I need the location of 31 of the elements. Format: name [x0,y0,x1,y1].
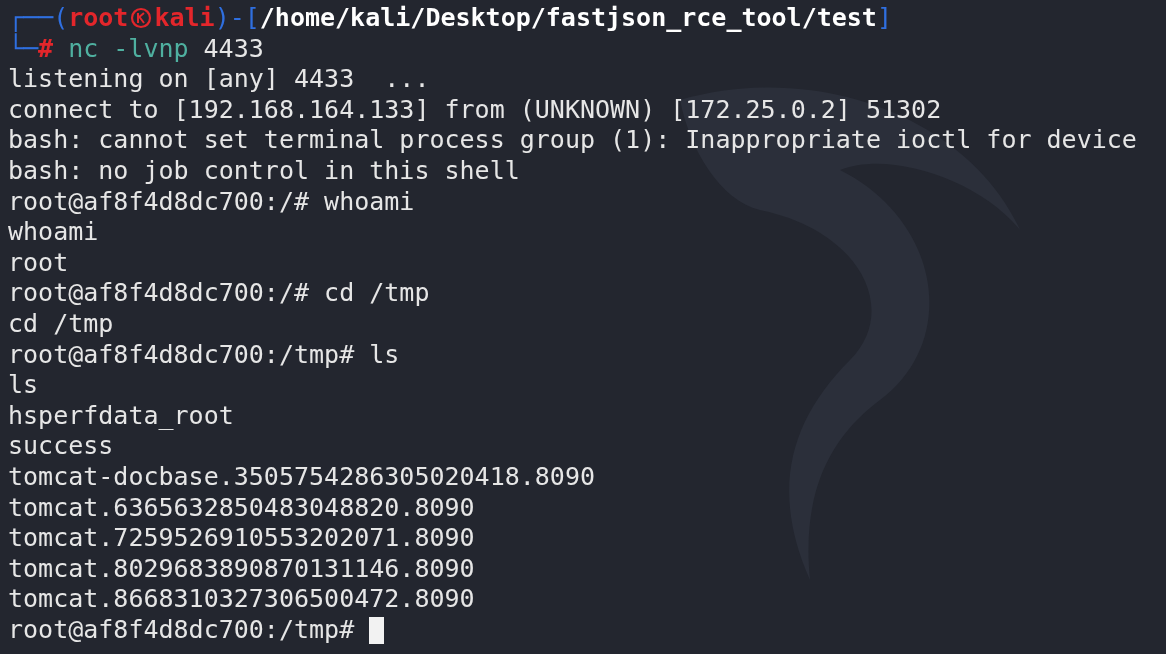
output-line: whoami [8,217,99,248]
prompt-frame: ┌──( [8,3,69,34]
prompt-path: /home/kali/Desktop/fastjson_rce_tool/test [259,3,877,34]
command-flags: -lvnp [113,33,189,65]
output-line: listening on [any] 4433 ... [8,64,430,95]
output-line: root@af8f4d8dc700:/# cd /tmp [8,278,430,309]
output-line: root@af8f4d8dc700:/tmp# ls [8,339,400,371]
output-line: hsperfdata_root [8,400,234,432]
command-argument: 4433 [203,33,264,65]
prompt-user: root [68,3,129,34]
prompt-host: kali [154,3,215,34]
output-line: tomcat.8029683890870131146.8090 [8,553,475,585]
text-cursor [369,616,385,644]
prompt-frame: ] [876,3,892,34]
prompt-frame: )-[ [214,3,260,34]
prompt-frame: └─ [8,33,39,65]
output-line: bash: cannot set terminal process group (1): Inappropriate ioctl for device [8,125,1137,156]
output-line: tomcat.8668310327306500472.8090 [8,584,475,615]
output-line: bash: no job control in this shell [8,155,520,187]
output-line: tomcat-docbase.3505754286305020418.8090 [8,461,595,493]
output-line: ls [8,370,39,401]
output-line: cd /tmp [8,308,114,340]
output-line: root [8,247,69,279]
output-line: connect to [192.168.164.133] from (UNKNOWN) [172.25.0.2] 51302 [8,94,942,126]
output-line: success [8,431,114,462]
output-line: root@af8f4d8dc700:/# whoami [8,186,415,218]
output-line: tomcat.6365632850483048820.8090 [8,492,475,524]
command-name: nc [68,33,99,65]
output-line: tomcat.7259526910553202071.8090 [8,523,475,554]
shell-prompt: root@af8f4d8dc700:/tmp# [8,614,355,646]
prompt-symbol: # [38,33,54,65]
